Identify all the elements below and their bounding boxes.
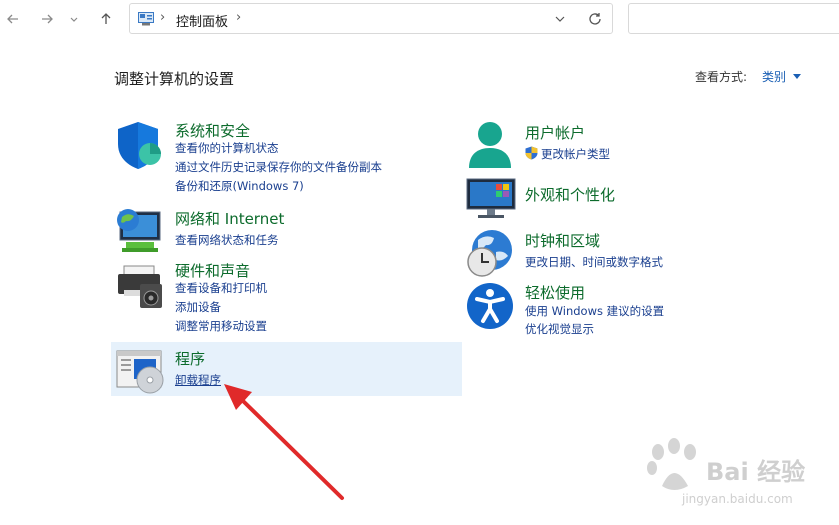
breadcrumb-separator[interactable]: › xyxy=(236,10,241,25)
up-button[interactable] xyxy=(95,8,117,30)
security-shield-icon xyxy=(118,122,161,169)
category-link[interactable]: 调整常用移动设置 xyxy=(175,318,267,334)
category-title[interactable]: 系统和安全 xyxy=(175,120,250,141)
chevron-down-icon[interactable] xyxy=(792,73,802,81)
address-bar[interactable]: › 控制面板 › xyxy=(129,3,613,34)
category-link[interactable]: 更改帐户类型 xyxy=(541,146,610,162)
category-link[interactable]: 优化视觉显示 xyxy=(525,321,594,337)
address-dropdown-icon[interactable] xyxy=(554,13,566,25)
programs-disc-icon xyxy=(116,350,164,394)
forward-arrow-icon xyxy=(42,14,53,24)
category-title[interactable]: 网络和 Internet xyxy=(175,208,284,229)
control-panel-icon xyxy=(138,12,154,26)
category-title[interactable]: 时钟和区域 xyxy=(525,230,600,251)
accessibility-icon xyxy=(467,283,513,329)
category-title[interactable]: 用户帐户 xyxy=(525,122,585,143)
breadcrumb-separator: › xyxy=(160,10,166,25)
search-input[interactable] xyxy=(628,3,839,34)
chevron-down-icon xyxy=(70,17,78,22)
recent-locations-button[interactable] xyxy=(66,8,82,30)
category-title[interactable]: 外观和个性化 xyxy=(525,184,615,205)
watermark-url: jingyan.baidu.com xyxy=(682,492,793,506)
baidu-paw-logo xyxy=(647,438,696,490)
category-link[interactable]: 添加设备 xyxy=(175,299,221,315)
up-arrow-icon xyxy=(101,13,111,24)
printer-icon xyxy=(118,265,162,308)
category-link[interactable]: 备份和还原(Windows 7) xyxy=(175,178,304,194)
uac-shield-icon xyxy=(525,146,538,160)
page-title: 调整计算机的设置 xyxy=(114,70,235,88)
category-title[interactable]: 硬件和声音 xyxy=(175,260,250,281)
category-title[interactable]: 程序 xyxy=(175,348,205,369)
navigation-bar: › 控制面板 › xyxy=(0,0,839,38)
uninstall-program-link[interactable]: 卸载程序 xyxy=(175,372,221,388)
refresh-icon[interactable] xyxy=(587,11,603,27)
network-globe-icon xyxy=(117,209,161,252)
view-by-label: 查看方式: xyxy=(695,70,748,84)
watermark-brand: Bai 经验 xyxy=(706,458,806,486)
category-title[interactable]: 轻松使用 xyxy=(525,282,585,303)
back-arrow-icon xyxy=(7,14,18,24)
user-accounts-icon xyxy=(469,122,511,168)
view-by-dropdown[interactable]: 类别 xyxy=(762,68,786,85)
category-link[interactable]: 查看你的计算机状态 xyxy=(175,140,279,156)
breadcrumb-control-panel[interactable]: 控制面板 xyxy=(176,11,228,30)
category-link[interactable]: 更改日期、时间或数字格式 xyxy=(525,254,663,270)
clock-globe-icon xyxy=(467,230,512,277)
appearance-monitor-icon xyxy=(466,178,516,218)
category-link[interactable]: 查看网络状态和任务 xyxy=(175,232,279,248)
category-link[interactable]: 查看设备和打印机 xyxy=(175,280,267,296)
category-link[interactable]: 通过文件历史记录保存你的文件备份副本 xyxy=(175,159,382,175)
forward-button[interactable] xyxy=(36,8,58,30)
back-button[interactable] xyxy=(2,8,24,30)
category-link[interactable]: 使用 Windows 建议的设置 xyxy=(525,303,664,319)
